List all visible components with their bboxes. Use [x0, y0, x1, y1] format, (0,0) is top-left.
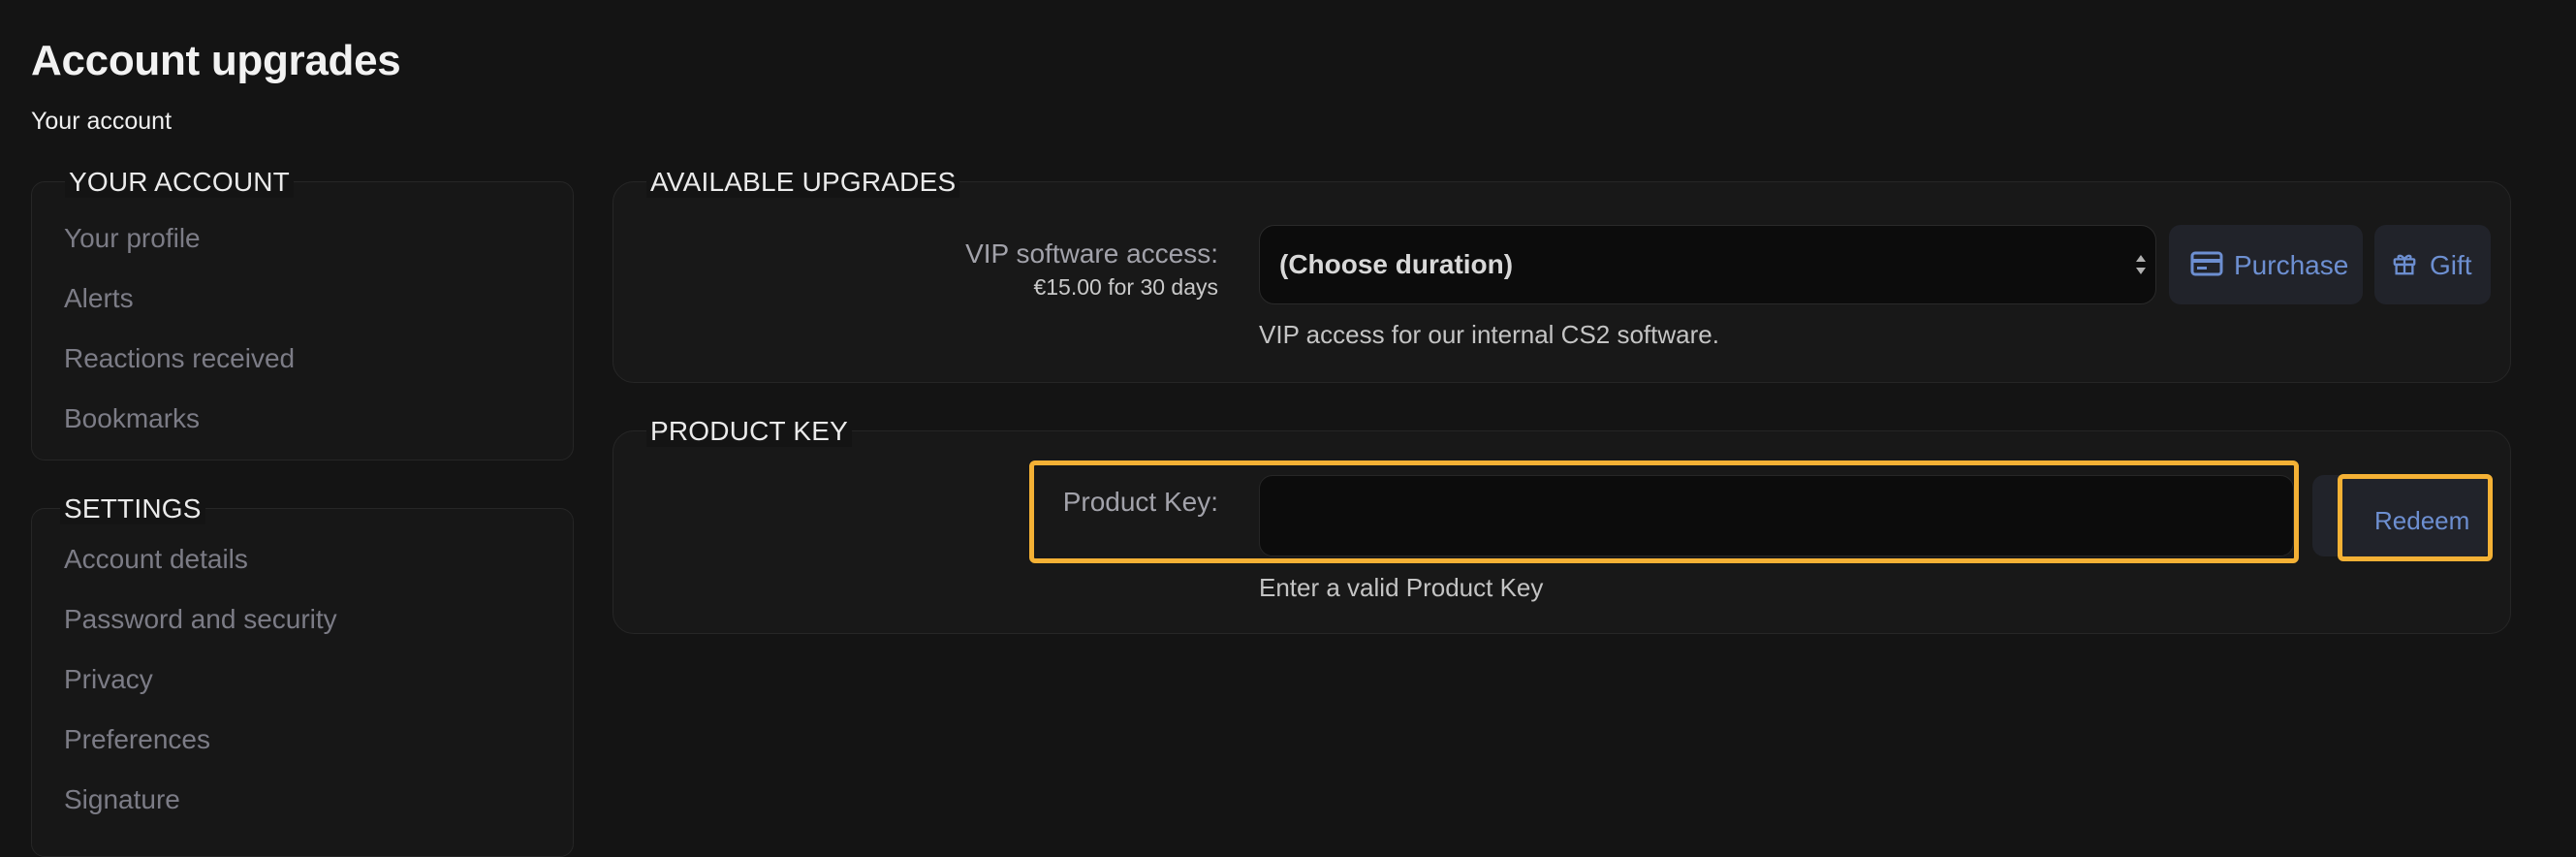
vip-access-label: VIP software access:: [965, 238, 1218, 269]
duration-select-value: (Choose duration): [1279, 249, 1514, 279]
redeem-button-label: Redeem: [2374, 506, 2470, 535]
sidebar-item-preferences[interactable]: Preferences: [64, 724, 210, 755]
redeem-button[interactable]: Redeem: [2312, 475, 2493, 556]
vip-description: VIP access for our internal CS2 software…: [1259, 320, 1719, 349]
product-key-help: Enter a valid Product Key: [1259, 573, 1544, 602]
credit-card-icon: [2190, 251, 2223, 276]
product-key-label: Product Key:: [1062, 487, 1218, 517]
gift-button-label: Gift: [2430, 250, 2472, 280]
sidebar-item-account-details[interactable]: Account details: [64, 544, 248, 575]
purchase-button[interactable]: Purchase: [2169, 225, 2363, 304]
sidebar-item-reactions-received[interactable]: Reactions received: [64, 343, 295, 374]
sidebar-item-signature[interactable]: Signature: [64, 784, 180, 815]
breadcrumb[interactable]: Your account: [31, 108, 172, 136]
vip-price: €15.00 for 30 days: [1033, 274, 1218, 300]
product-key-input[interactable]: [1259, 475, 2294, 556]
sidebar-heading-your-account: YOUR ACCOUNT: [65, 167, 294, 198]
sidebar-heading-settings: SETTINGS: [60, 493, 205, 524]
purchase-button-label: Purchase: [2234, 250, 2349, 280]
duration-select[interactable]: (Choose duration): [1259, 225, 2156, 304]
sidebar-item-alerts[interactable]: Alerts: [64, 283, 134, 314]
sort-arrows-icon: [2136, 255, 2146, 274]
page-title: Account upgrades: [31, 37, 401, 84]
sidebar-settings: SETTINGS Account details Password and se…: [31, 493, 574, 857]
sidebar-item-privacy[interactable]: Privacy: [64, 664, 153, 695]
sidebar-item-your-profile[interactable]: Your profile: [64, 223, 201, 254]
sidebar-item-password-security[interactable]: Password and security: [64, 604, 337, 635]
sidebar-your-account: YOUR ACCOUNT Your profile Alerts Reactio…: [31, 167, 574, 460]
sidebar-item-bookmarks[interactable]: Bookmarks: [64, 403, 200, 434]
product-key-heading: PRODUCT KEY: [646, 416, 852, 447]
gift-icon: [2393, 254, 2416, 275]
available-upgrades-heading: AVAILABLE UPGRADES: [646, 167, 960, 198]
gift-button[interactable]: Gift: [2374, 225, 2491, 304]
